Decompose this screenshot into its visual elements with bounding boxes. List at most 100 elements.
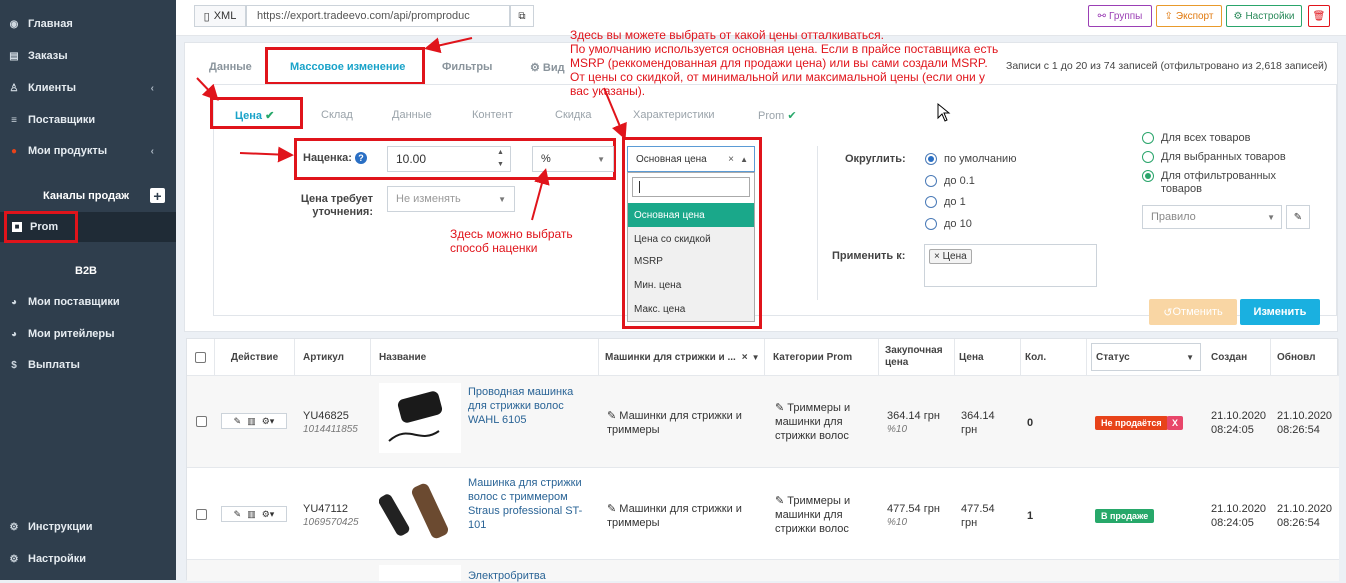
product-image[interactable]	[379, 383, 461, 453]
gear-icon[interactable]: ⚙▾	[262, 416, 275, 427]
copy-icon[interactable]: ⧉	[510, 5, 534, 27]
product-image[interactable]	[379, 565, 461, 581]
pencil-icon[interactable]: ✎	[607, 503, 619, 515]
chevron-left-icon: ‹	[150, 145, 154, 157]
edit-icon[interactable]: ✎	[1286, 205, 1310, 229]
scope-selected-radio[interactable]: Для выбранных товаров	[1142, 151, 1286, 163]
sidebar-item-clients[interactable]: ♙ Клиенты ‹	[8, 82, 168, 94]
pencil-icon[interactable]: ✎	[607, 410, 619, 422]
price-option[interactable]: Цена со скидкой	[628, 227, 754, 251]
stepper-icon[interactable]: ▲ ▼	[497, 147, 504, 171]
change-button[interactable]: Изменить	[1240, 299, 1320, 325]
th-category[interactable]: Машинки для стрижки и ... × ▼	[601, 339, 765, 375]
price-base-select[interactable]: Основная цена × ▲	[627, 146, 755, 172]
th-status[interactable]: Статус ▼	[1091, 343, 1201, 371]
th-sku[interactable]: Артикул	[299, 339, 371, 375]
trash-icon[interactable]: ▥	[247, 509, 256, 520]
price-option[interactable]: Макс. цена	[628, 297, 754, 321]
cancel-button[interactable]: ↺ Отменить	[1149, 299, 1237, 325]
help-icon[interactable]: ?	[354, 152, 367, 164]
subtab-data[interactable]: Данные	[392, 109, 432, 121]
rule-select[interactable]: Правило ▼	[1142, 205, 1282, 229]
sidebar-item-instructions[interactable]: ⚙ Инструкции	[8, 521, 93, 533]
check-icon: ✔	[787, 110, 797, 122]
clarify-label: Цена требует уточнения:	[300, 193, 373, 218]
th-created[interactable]: Создан	[1207, 339, 1271, 375]
th-price[interactable]: Цена	[955, 339, 1021, 375]
sidebar-item-my-suppliers[interactable]: ◕ Мои поставщики	[8, 296, 120, 308]
round-1-radio[interactable]: до 1	[925, 196, 966, 208]
subtab-characteristics[interactable]: Характеристики	[633, 109, 715, 121]
xml-url-field[interactable]: https://export.tradeevo.com/api/promprod…	[246, 5, 510, 27]
price-option[interactable]: Мин. цена	[628, 273, 754, 297]
delete-button[interactable]: 🗑	[1308, 5, 1330, 27]
sidebar: ◉ Главная ▤ Заказы ♙ Клиенты ‹ ≡ Поставщики ●…	[0, 0, 176, 580]
table-row[interactable]	[187, 559, 1339, 581]
product-name-link[interactable]: Электробритва	[468, 569, 546, 583]
trash-icon[interactable]: ▥	[247, 416, 256, 427]
product-image[interactable]	[378, 477, 461, 547]
edit-icon[interactable]: ✎	[234, 416, 242, 427]
subtab-content[interactable]: Контент	[472, 109, 513, 121]
subtab-discount[interactable]: Скидка	[555, 109, 592, 121]
scope-filtered-radio[interactable]: Для отфильтрованных товаров	[1142, 170, 1302, 196]
markup-input[interactable]: 10.00	[387, 146, 511, 172]
th-cost[interactable]: Закупочная цена	[881, 339, 955, 375]
tab-view[interactable]: ⚙ Вид	[530, 61, 565, 74]
select-all-checkbox[interactable]	[195, 351, 206, 363]
price-option[interactable]: Основная цена	[628, 203, 754, 227]
settings-button[interactable]: ⚙ Настройки	[1226, 5, 1302, 27]
clear-icon[interactable]: ×	[742, 352, 748, 363]
th-prom-category[interactable]: Категории Prom	[769, 339, 879, 375]
product-name-link[interactable]: Машинка для стрижки волос с триммером St…	[468, 476, 590, 532]
groups-button[interactable]: ⚯ Группы	[1088, 5, 1152, 27]
gear-icon[interactable]: ⚙▾	[262, 509, 275, 520]
clear-icon[interactable]: ×	[728, 154, 734, 165]
sidebar-item-orders[interactable]: ▤ Заказы	[8, 50, 67, 62]
apply-to-field[interactable]: × Цена	[924, 244, 1097, 287]
round-10-radio[interactable]: до 10	[925, 218, 972, 230]
sidebar-item-my-retailers[interactable]: ◕ Мои ритейлеры	[8, 328, 115, 340]
subtab-stock[interactable]: Склад	[321, 109, 353, 121]
round-0-1-radio[interactable]: до 0.1	[925, 175, 975, 187]
edit-icon[interactable]: ✎	[234, 509, 242, 520]
remove-status-button[interactable]: X	[1167, 416, 1184, 430]
row-checkbox[interactable]	[196, 416, 207, 427]
b2b-header: B2B	[75, 265, 98, 277]
round-default-radio[interactable]: по умолчанию	[925, 153, 1016, 165]
status-badge[interactable]: В продаже	[1095, 509, 1155, 523]
xml-label: ▯ XML	[194, 5, 246, 27]
pencil-icon[interactable]: ✎	[775, 495, 787, 507]
price-option[interactable]: MSRP	[628, 249, 754, 273]
th-name[interactable]: Название	[375, 339, 599, 375]
th-updated[interactable]: Обновл	[1273, 339, 1339, 375]
caret-down-icon: ▼	[1267, 212, 1275, 222]
trash-icon: 🗑	[1312, 10, 1326, 22]
export-button[interactable]: ⇪ Экспорт	[1156, 5, 1222, 27]
tab-data[interactable]: Данные	[209, 61, 252, 73]
markup-unit-select[interactable]: % ▼	[532, 146, 614, 172]
product-name-link[interactable]: Проводная машинка для стрижки волос WAHL…	[468, 385, 590, 427]
sidebar-item-my-products[interactable]: ● Мои продукты ‹	[8, 145, 168, 157]
subtab-prom[interactable]: Prom ✔	[758, 109, 797, 122]
scope-all-radio[interactable]: Для всех товаров	[1142, 132, 1250, 144]
sidebar-item-suppliers[interactable]: ≡ Поставщики	[8, 114, 95, 126]
sidebar-item-settings[interactable]: ⚙ Настройки	[8, 553, 87, 565]
th-qty[interactable]: Кол.	[1021, 339, 1087, 375]
sidebar-item-prom[interactable]: ■ Prom	[12, 221, 58, 233]
gear-icon: ⚙	[530, 62, 543, 74]
sidebar-item-home[interactable]: ◉ Главная	[8, 18, 73, 30]
sidebar-item-payouts[interactable]: $ Выплаты	[8, 359, 80, 371]
created-cell: 21.10.2020 08:24:05	[1211, 503, 1267, 529]
pencil-icon[interactable]: ✎	[775, 402, 787, 414]
row-checkbox[interactable]	[196, 509, 207, 520]
add-channel-icon[interactable]: +	[150, 188, 165, 204]
status-badge[interactable]: Не продаётся	[1095, 416, 1168, 430]
table-row[interactable]	[187, 467, 1339, 559]
tab-filters[interactable]: Фильтры	[442, 61, 492, 73]
dollar-icon: $	[11, 359, 17, 371]
apply-tag[interactable]: × Цена	[929, 249, 972, 264]
dropdown-search-input[interactable]	[632, 177, 750, 197]
cogs-icon: ⚙	[9, 521, 19, 533]
clarify-select[interactable]: Не изменять ▼	[387, 186, 515, 212]
